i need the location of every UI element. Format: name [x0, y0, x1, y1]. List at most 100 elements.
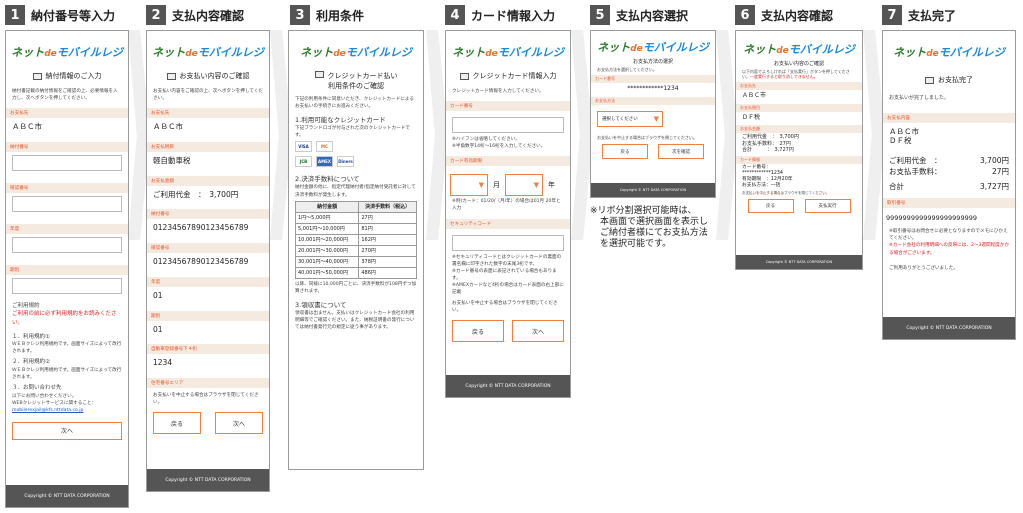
- jcb-logo-icon: JCB: [295, 156, 312, 168]
- payment-method-select[interactable]: 選択してください ▼: [597, 110, 663, 127]
- label-confirm-number: 確認番号: [147, 243, 269, 254]
- fee-table: 納付金額 決済手数料（税込） 1円～5,000円 27円 5,001円～10,000…: [294, 200, 417, 279]
- step-6-title: 支払内容確認: [761, 8, 834, 23]
- table-row: 5,001円～10,000円 81円: [294, 222, 417, 235]
- contact-service: WEBクレジットサービスに関すること：: [12, 400, 97, 406]
- section-cards-desc: 下記ブランドロゴが付与された次のクレジットカードです。: [295, 126, 410, 139]
- payee-value: ＡＢＣ市: [12, 122, 42, 132]
- execute-payment-button[interactable]: 支払実行: [804, 199, 851, 214]
- label-security-code: セキュリティコード: [446, 218, 570, 229]
- period-input[interactable]: [12, 277, 122, 294]
- page-title: クレジットカード払い 利用条件のご確認: [289, 71, 423, 91]
- page-title: お支払完了: [883, 75, 1015, 85]
- page-title: お支払い内容のご確認: [773, 61, 824, 67]
- label-expiry: カード有効期限: [446, 156, 570, 167]
- year-input[interactable]: [12, 236, 122, 253]
- screen-4: ネットdeモバイルレジ クレジットカード情報入力 クレジットカード情報を入力して…: [445, 30, 571, 398]
- step-3-number: 3: [290, 5, 310, 25]
- dropdown-arrow-icon: ▼: [653, 114, 659, 123]
- dropdown-arrow-icon: ▼: [533, 181, 539, 190]
- step-2-number: 2: [146, 5, 166, 25]
- table-row: 20,001円～30,000円 270円: [294, 244, 417, 257]
- intro-text: お支払方法を選択してください。: [597, 67, 657, 72]
- label-tax: お支払税目: [147, 141, 269, 152]
- step-6-number: 6: [735, 5, 755, 25]
- footer-copyright: Copyright © NTT DATA CORPORATION: [591, 183, 715, 197]
- visa-logo-icon: VISA: [295, 141, 312, 153]
- expiry-year-select[interactable]: ▼: [505, 174, 543, 197]
- intro-text: お支払い内容をご確認の上、次へボタンを押してください。: [153, 89, 263, 102]
- confirm-number-input[interactable]: [12, 195, 122, 212]
- security-hint-1: ※セキュリティコードとはクレジットカードの裏面の署名欄に印字された数字の末尾3桁…: [452, 254, 562, 267]
- step-5: 5 支払内容選択: [590, 4, 688, 26]
- card-number-input[interactable]: [452, 117, 564, 134]
- label-tax: お支払税目: [736, 103, 862, 112]
- transaction-number-value: 9999999999999999999999: [886, 213, 977, 222]
- logo: ネットdeモバイルレジ: [743, 43, 855, 56]
- label-payee: お支払先: [736, 81, 862, 90]
- step-4-title: カード情報入力: [471, 8, 556, 23]
- use-amount-row: ご利用代金 ： 3,700円: [889, 155, 1009, 165]
- intro-text: 以下内容でよろしければ「支払実行」ボタンを押してください。一度実行すると取り消し…: [742, 69, 850, 80]
- next-button[interactable]: 次へ: [215, 412, 263, 435]
- next-button[interactable]: 次へ: [512, 320, 564, 343]
- page-title: お支払方法の選択: [632, 59, 673, 65]
- screen-1: ネットdeモバイルレジ 納付情報のご入力 納付書記載の納付情報をご確認の上、必要…: [5, 30, 129, 508]
- fee-after-note: 以降、同様に10,000円ごとに、決済手数料が108円ずつ加算されます。: [295, 281, 417, 294]
- logo: ネットdeモバイルレジ: [597, 41, 709, 54]
- next-button[interactable]: 次へ: [12, 421, 122, 440]
- section-fee-desc: 納付金額の他に、指定代理納付者/指定納付受託者に対して決済手数料が発生します。: [295, 185, 416, 198]
- security-code-input[interactable]: [452, 234, 564, 251]
- tax-value: ＤＦ税: [742, 113, 761, 121]
- payment-number-input[interactable]: [12, 154, 122, 171]
- expiry-month-select[interactable]: ▼: [450, 174, 488, 197]
- logo: ネットdeモバイルレジ: [452, 46, 564, 59]
- intro-text: 下記の利用条件に同意いただき、クレジットカードによるお支払いの手続きにお進みくだ…: [295, 97, 414, 110]
- step-4: 4 カード情報入力: [445, 4, 555, 26]
- year-label: 年: [548, 181, 555, 190]
- card-icon: [925, 76, 934, 84]
- section-receipt-title: 3.領収書について: [295, 300, 347, 309]
- step-1: 1 納付番号等入力: [5, 4, 115, 26]
- label-year: 年度: [6, 223, 128, 234]
- intro-text: 納付書記載の納付情報をご確認の上、必要情報を入力し、次へボタンを押してください。: [12, 89, 118, 102]
- footer-copyright: Copyright © NTT DATA CORPORATION: [6, 485, 128, 507]
- step-5-title: 支払内容選択: [616, 8, 689, 23]
- back-button[interactable]: 戻る: [153, 412, 201, 435]
- screen-7: ネットdeモバイルレジ お支払完了 お支払いが完了しました。 お支払内容 ＡＢＣ…: [882, 30, 1016, 340]
- label-area: 住宅番号エリア: [147, 378, 269, 389]
- label-payment-content: お支払内容: [883, 112, 1015, 123]
- back-button[interactable]: 戻る: [602, 144, 648, 160]
- label-card-number: カード番号: [591, 75, 715, 84]
- label-period: 期別: [147, 310, 269, 321]
- step-4-number: 4: [445, 5, 465, 25]
- expiry-hint: ※例)カード：01/20/（月/年）の場合は01月 20年と入力: [452, 199, 561, 212]
- logo: ネットdeモバイルレジ: [893, 46, 1005, 59]
- back-button[interactable]: 戻る: [747, 199, 794, 214]
- statement-note: ※カード会社の利用明細への反映には、2～3週間程度かかる場合がございます。: [889, 243, 1009, 256]
- dropdown-arrow-icon: ▼: [478, 181, 484, 190]
- next-button[interactable]: 次を確認: [658, 144, 704, 160]
- table-row: 1円～5,000円 27円: [294, 211, 417, 224]
- terms-note: ご利用の前に必ず利用規約をお読みください。: [12, 311, 117, 326]
- cancel-note: お支払いを中止する場合はブラウザを閉じてください。: [153, 393, 259, 406]
- back-button[interactable]: 戻る: [452, 320, 504, 343]
- label-payee: お支払先: [6, 108, 128, 119]
- amex-logo-icon: AMEX: [316, 156, 333, 168]
- contact-title: ３．お問い合わせ先: [12, 384, 62, 391]
- page-title: お支払い内容のご確認: [147, 71, 269, 81]
- page-title: 納付情報のご入力: [6, 71, 128, 81]
- diners-logo-icon: Diners: [337, 156, 354, 168]
- payee-value: ＡＢＣ市: [153, 122, 183, 132]
- amount-value: ご利用代金 ： 3,700円 お支払手数料： 27円 合計 ： 3,727円: [742, 134, 799, 153]
- label-transaction-number: 取引番号: [883, 197, 1015, 208]
- card-icon: [166, 72, 176, 80]
- label-period: 期別: [6, 264, 128, 275]
- label-confirm-number: 確認番号: [6, 182, 128, 193]
- card-icon: [32, 72, 42, 80]
- step-6: 6 支払内容確認: [735, 4, 833, 26]
- footer-copyright: Copyright © NTT DATA CORPORATION: [883, 317, 1015, 339]
- contact-email-link[interactable]: mobilerexjail@kfs.nttdata.co.jp: [6, 407, 128, 414]
- section-receipt-desc: 領収書は出ません。支払いはクレジットカード会社の利用明細等でご確認ください。また…: [295, 310, 415, 331]
- step-3-title: 利用条件: [316, 8, 365, 23]
